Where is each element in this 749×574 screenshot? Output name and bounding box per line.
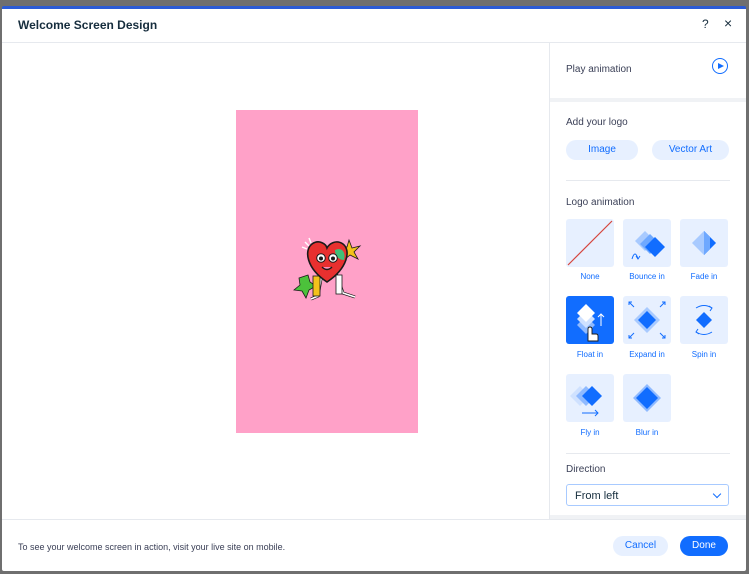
animation-option-float-in[interactable] [566, 296, 614, 344]
vector-art-button[interactable]: Vector Art [652, 140, 729, 160]
animation-label-fly-in: Fly in [580, 428, 600, 437]
section-divider [566, 453, 730, 454]
animation-label-bounce-in: Bounce in [629, 272, 665, 281]
expand-in-icon [628, 301, 666, 339]
direction-dropdown[interactable]: From left [566, 484, 729, 506]
animation-label-none: None [580, 272, 600, 281]
fly-in-icon [570, 386, 602, 417]
section-divider [550, 98, 746, 102]
help-icon[interactable]: ? [702, 17, 709, 31]
dialog-header: Welcome Screen Design ? × [2, 9, 746, 43]
add-logo-label: Add your logo [566, 117, 628, 128]
animation-option-fly-in[interactable] [566, 374, 614, 422]
animation-option-bounce-in[interactable] [623, 219, 671, 267]
mobile-preview [236, 110, 418, 433]
direction-label: Direction [566, 464, 606, 475]
logo-animation-label: Logo animation [566, 197, 635, 208]
dialog-title: Welcome Screen Design [18, 18, 158, 32]
section-divider [566, 180, 730, 181]
blur-in-icon [633, 384, 661, 412]
footer-hint: To see your welcome screen in action, vi… [18, 542, 286, 552]
settings-panel: Play animation Add your logo Image Vecto… [549, 43, 746, 519]
play-icon[interactable] [712, 58, 728, 74]
animation-option-none[interactable] [566, 219, 614, 267]
image-button[interactable]: Image [566, 140, 638, 160]
animation-label-float-in: Float in [576, 350, 604, 359]
dialog-footer: To see your welcome screen in action, vi… [2, 519, 746, 571]
heart-character-logo [293, 237, 362, 301]
chevron-down-icon [712, 489, 722, 499]
welcome-screen-dialog: Welcome Screen Design ? × Play animation… [2, 6, 746, 571]
animation-option-expand-in[interactable] [623, 296, 671, 344]
bounce-in-icon [631, 231, 665, 260]
screen-backdrop: Welcome Screen Design ? × Play animation… [0, 0, 749, 574]
done-button[interactable]: Done [680, 536, 728, 556]
animation-option-blur-in[interactable] [623, 374, 671, 422]
animation-option-spin-in[interactable] [680, 296, 728, 344]
animation-label-spin-in: Spin in [691, 350, 717, 359]
preview-canvas [2, 43, 548, 519]
play-animation-label: Play animation [566, 64, 632, 75]
fade-in-icon [692, 231, 716, 255]
animation-label-blur-in: Blur in [635, 428, 659, 437]
animation-label-fade-in: Fade in [690, 272, 718, 281]
none-slash-icon [567, 220, 613, 266]
animation-label-expand-in: Expand in [629, 350, 665, 359]
cancel-button[interactable]: Cancel [613, 536, 668, 556]
direction-value: From left [575, 490, 619, 502]
animation-option-fade-in[interactable] [680, 219, 728, 267]
close-icon[interactable]: × [724, 15, 732, 31]
spin-in-icon [695, 305, 713, 335]
float-in-icon [577, 304, 605, 342]
